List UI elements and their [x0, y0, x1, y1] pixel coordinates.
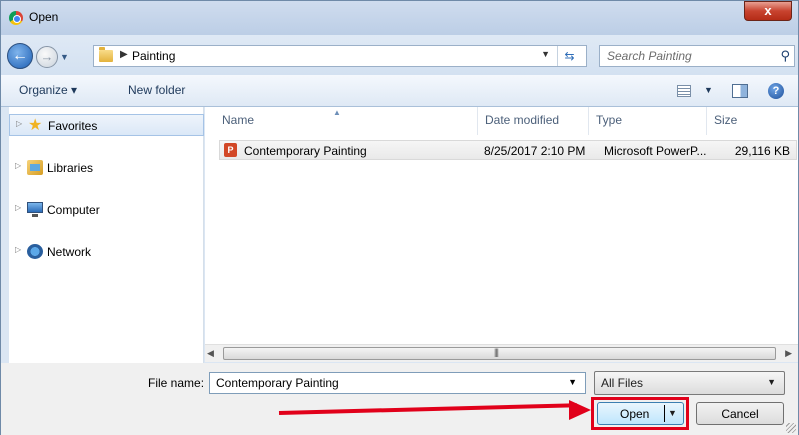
- file-name-dropdown-icon[interactable]: ▼: [568, 377, 577, 387]
- file-name: Contemporary Painting: [244, 144, 367, 158]
- toolbar: Organize ▾ New folder ▼ ?: [1, 75, 798, 107]
- file-type-dropdown-icon: ▼: [767, 377, 776, 387]
- nav-item-label: Favorites: [48, 119, 98, 133]
- column-header-label: Date modified: [485, 113, 560, 127]
- scroll-right-icon[interactable]: ▶: [785, 348, 792, 359]
- address-bar[interactable]: ▶ Painting ▼ ⇆: [93, 45, 587, 67]
- nav-item-label: Computer: [47, 203, 100, 217]
- horizontal-scrollbar[interactable]: ◀ ||| ▶: [205, 344, 798, 362]
- forward-button[interactable]: →: [36, 46, 58, 68]
- breadcrumb-chevron-icon[interactable]: ▶: [120, 49, 128, 60]
- file-name-label: File name:: [148, 376, 205, 390]
- expand-arrow-icon[interactable]: ▷: [15, 203, 21, 212]
- refresh-icon[interactable]: ⇆: [557, 46, 581, 66]
- star-icon: ★: [28, 117, 43, 134]
- column-header-label: Size: [714, 113, 738, 127]
- network-icon: [27, 244, 43, 259]
- expand-arrow-icon[interactable]: ▷: [15, 161, 21, 170]
- annotation-arrow-head: [569, 400, 591, 420]
- organize-button[interactable]: Organize ▾: [19, 83, 77, 97]
- expand-arrow-icon[interactable]: ▷: [15, 245, 21, 254]
- open-button-label: Open: [620, 407, 650, 421]
- window-title: Open: [29, 10, 59, 24]
- search-icon[interactable]: ⚲: [780, 48, 790, 64]
- nav-item-label: Network: [47, 245, 92, 259]
- column-header-size[interactable]: Size: [707, 107, 795, 135]
- address-dropdown-icon[interactable]: ▼: [541, 49, 550, 59]
- grip-icon: |||: [494, 347, 499, 357]
- back-button[interactable]: ←: [7, 43, 33, 69]
- column-header-date[interactable]: Date modified: [478, 107, 589, 135]
- address-row: ← → ▼ ▶ Painting ▼ ⇆ ⚲: [1, 35, 798, 75]
- libraries-icon: [27, 160, 43, 175]
- nav-item-favorites[interactable]: ▷ ★ Favorites: [9, 114, 204, 136]
- column-header-name[interactable]: Name ▲: [215, 107, 478, 135]
- file-name-combobox[interactable]: ▼: [209, 372, 586, 394]
- search-input[interactable]: [600, 46, 770, 66]
- expand-arrow-icon[interactable]: ▷: [16, 119, 22, 128]
- column-header-label: Name: [222, 113, 255, 127]
- open-button[interactable]: Open ▼: [597, 402, 684, 425]
- nav-item-libraries[interactable]: ▷ Libraries: [9, 157, 204, 179]
- file-name-input[interactable]: [210, 373, 560, 393]
- view-dropdown-icon[interactable]: ▼: [704, 85, 713, 95]
- file-row[interactable]: P Contemporary Painting 8/25/2017 2:10 P…: [219, 140, 797, 160]
- file-list: Name ▲ Date modified Type Size P Contemp…: [205, 107, 798, 350]
- preview-pane-icon[interactable]: [732, 84, 748, 98]
- help-icon[interactable]: ?: [768, 83, 784, 99]
- scroll-left-icon[interactable]: ◀: [207, 348, 214, 359]
- open-options-dropdown-icon[interactable]: ▼: [664, 405, 680, 422]
- close-button[interactable]: x: [744, 1, 792, 21]
- navigation-pane: ▷ ★ Favorites ▷ Libraries ▷ Computer ▷ N…: [9, 107, 204, 365]
- cancel-button[interactable]: Cancel: [696, 402, 784, 425]
- change-view-icon[interactable]: [677, 85, 691, 97]
- scrollbar-thumb[interactable]: |||: [223, 347, 776, 360]
- file-type-select[interactable]: All Files ▼: [594, 371, 785, 395]
- history-dropdown-icon[interactable]: ▼: [60, 52, 69, 62]
- computer-icon: [27, 202, 43, 217]
- bottom-panel: File name: ▼ All Files ▼ Open ▼ Cancel: [1, 363, 798, 435]
- column-header-label: Type: [596, 113, 623, 127]
- chrome-icon: [9, 11, 23, 25]
- file-type: Microsoft PowerP...: [604, 144, 707, 158]
- new-folder-button[interactable]: New folder: [128, 83, 185, 97]
- file-date: 8/25/2017 2:10 PM: [484, 144, 586, 158]
- title-bar[interactable]: Open x: [1, 1, 798, 35]
- nav-item-label: Libraries: [47, 161, 94, 175]
- nav-item-network[interactable]: ▷ Network: [9, 241, 204, 263]
- file-type-value: All Files: [601, 376, 644, 390]
- search-box[interactable]: ⚲: [599, 45, 795, 67]
- column-header-type[interactable]: Type: [589, 107, 707, 135]
- file-size: 29,116 KB: [734, 144, 790, 158]
- resize-grip-icon[interactable]: [786, 423, 796, 433]
- open-dialog: Open x ← → ▼ ▶ Painting ▼ ⇆ ⚲ Organize ▾…: [0, 0, 799, 435]
- powerpoint-file-icon: P: [224, 143, 237, 157]
- breadcrumb-painting[interactable]: Painting: [132, 49, 175, 63]
- nav-item-computer[interactable]: ▷ Computer: [9, 199, 204, 221]
- folder-icon: [99, 47, 113, 62]
- sort-ascending-icon: ▲: [333, 108, 341, 117]
